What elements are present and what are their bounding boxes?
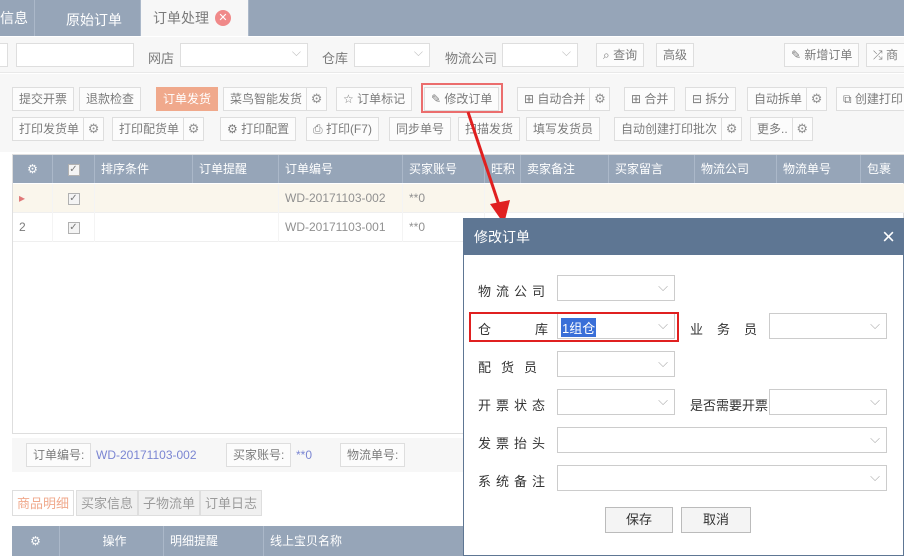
save-button[interactable]: 保存 (605, 507, 673, 533)
cancel-button[interactable]: 取消 (681, 507, 751, 533)
dialog-title: 修改订单 (474, 229, 530, 245)
logistics-select[interactable] (557, 275, 675, 301)
invoice-status-label: 开票状态 (478, 398, 551, 413)
system-remark-input[interactable] (557, 465, 887, 491)
need-invoice-select[interactable] (769, 389, 887, 415)
invoice-title-input[interactable] (557, 427, 887, 453)
system-remark-label: 系统备注 (478, 474, 551, 489)
highlight-warehouse (469, 312, 679, 342)
modify-order-dialog: 修改订单 × 物流公司 仓库 1组仓 业务员 配货员 开票状态 是否需要开票 发… (463, 218, 904, 556)
salesman-label: 业务员 (690, 322, 772, 337)
invoice-title-label: 发票抬头 (478, 436, 551, 451)
pointer-arrow (466, 111, 510, 224)
close-icon[interactable]: × (882, 219, 895, 255)
logistics-label: 物流公司 (478, 284, 551, 299)
picker-label: 配货员 (478, 360, 548, 375)
salesman-select[interactable] (769, 313, 887, 339)
need-invoice-label: 是否需要开票 (690, 398, 769, 413)
picker-select[interactable] (557, 351, 675, 377)
dialog-header: 修改订单 × (464, 219, 903, 255)
invoice-status-select[interactable] (557, 389, 675, 415)
